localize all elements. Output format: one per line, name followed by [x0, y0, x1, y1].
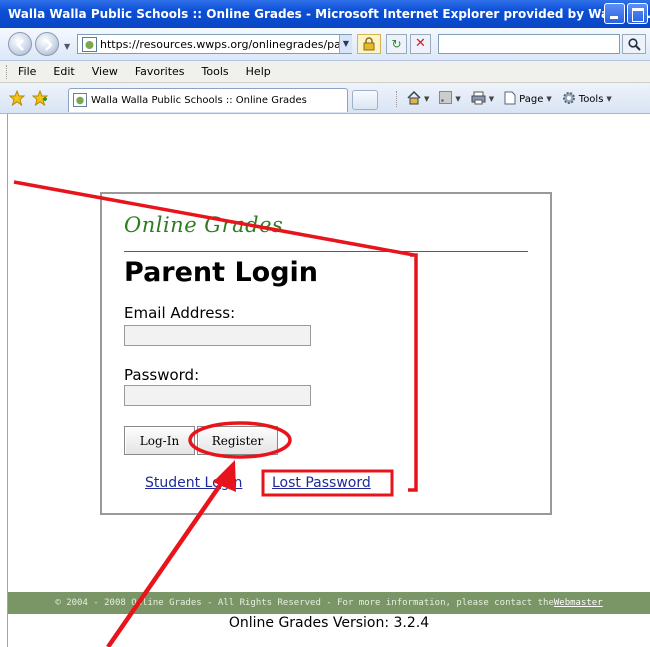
feeds-dropdown-icon[interactable]: ▼: [455, 95, 460, 103]
page-title: Parent Login: [124, 257, 318, 288]
search-icon: [628, 38, 641, 51]
register-button[interactable]: Register: [197, 426, 278, 455]
new-tab-button[interactable]: [352, 90, 378, 110]
security-lock-button[interactable]: [357, 34, 381, 54]
menu-tools[interactable]: Tools: [202, 65, 229, 78]
tab-online-grades[interactable]: Walla Walla Public Schools :: Online Gra…: [68, 88, 348, 112]
refresh-button[interactable]: ↻: [386, 34, 407, 54]
window-title: Walla Walla Public Schools :: Online Gra…: [8, 7, 650, 21]
page-menu[interactable]: Page: [519, 94, 543, 105]
menu-favorites[interactable]: Favorites: [135, 65, 185, 78]
tools-menu[interactable]: Tools: [579, 94, 604, 105]
password-label: Password:: [124, 366, 200, 384]
history-dropdown-icon[interactable]: ▼: [64, 42, 70, 51]
email-label: Email Address:: [124, 304, 236, 322]
menu-help[interactable]: Help: [246, 65, 271, 78]
menu-edit[interactable]: Edit: [53, 65, 74, 78]
tools-dropdown-icon[interactable]: ▼: [606, 95, 611, 103]
lost-password-link[interactable]: Lost Password: [272, 475, 371, 491]
menu-file[interactable]: File: [18, 65, 36, 78]
address-toolbar: ▼ https://resources.wwps.org/onlinegrade…: [0, 28, 650, 61]
tab-bar: Walla Walla Public Schools :: Online Gra…: [0, 83, 650, 114]
menu-view[interactable]: View: [92, 65, 118, 78]
lock-icon: [363, 37, 375, 51]
address-input[interactable]: https://resources.wwps.org/onlinegrades/…: [77, 34, 352, 54]
address-dropdown-icon[interactable]: ▼: [339, 35, 352, 53]
brand-divider: [124, 251, 528, 252]
page-icon: [504, 91, 516, 108]
login-button[interactable]: Log-In: [124, 426, 195, 455]
feeds-icon[interactable]: [439, 91, 453, 107]
version-text: Online Grades Version: 3.2.4: [228, 615, 430, 631]
site-favicon-icon: [73, 93, 87, 107]
webmaster-link[interactable]: Webmaster: [554, 598, 603, 608]
page-dropdown-icon[interactable]: ▼: [546, 95, 551, 103]
tab-title: Walla Walla Public Schools :: Online Gra…: [91, 95, 307, 106]
maximize-button[interactable]: [627, 3, 648, 24]
favorites-star-icon[interactable]: [9, 90, 25, 106]
menu-bar: File Edit View Favorites Tools Help: [0, 61, 650, 83]
home-icon[interactable]: [407, 90, 421, 108]
page-left-border: [7, 114, 8, 647]
login-panel: [100, 192, 552, 515]
toolbar-grip: [6, 65, 9, 79]
add-favorite-icon[interactable]: [32, 90, 48, 106]
forward-button[interactable]: [35, 32, 59, 56]
window-title-bar: Walla Walla Public Schools :: Online Gra…: [0, 0, 650, 28]
student-login-link[interactable]: Student Login: [145, 475, 242, 491]
password-field[interactable]: [124, 385, 311, 406]
print-icon[interactable]: [471, 91, 486, 108]
forward-arrow-icon: [45, 39, 53, 51]
site-favicon-icon: [82, 37, 97, 52]
address-url: https://resources.wwps.org/onlinegrades/…: [100, 37, 352, 51]
back-button[interactable]: [8, 32, 32, 56]
back-arrow-icon: [16, 39, 24, 51]
footer-bar: © 2004 - 2008 Online Grades - All Rights…: [8, 592, 650, 614]
command-bar-divider: [396, 91, 397, 107]
print-dropdown-icon[interactable]: ▼: [489, 95, 494, 103]
search-input[interactable]: [438, 34, 620, 54]
home-dropdown-icon[interactable]: ▼: [424, 95, 429, 103]
tools-gear-icon: [562, 91, 576, 108]
email-field[interactable]: [124, 325, 311, 346]
brand-title: Online Grades: [124, 213, 284, 237]
minimize-button[interactable]: [604, 3, 625, 24]
command-bar: ▼ ▼ ▼ Page ▼ Tools ▼: [396, 89, 622, 109]
search-button[interactable]: [622, 34, 646, 54]
footer-copyright: © 2004 - 2008 Online Grades - All Rights…: [55, 598, 554, 608]
stop-button[interactable]: ✕: [410, 34, 431, 54]
